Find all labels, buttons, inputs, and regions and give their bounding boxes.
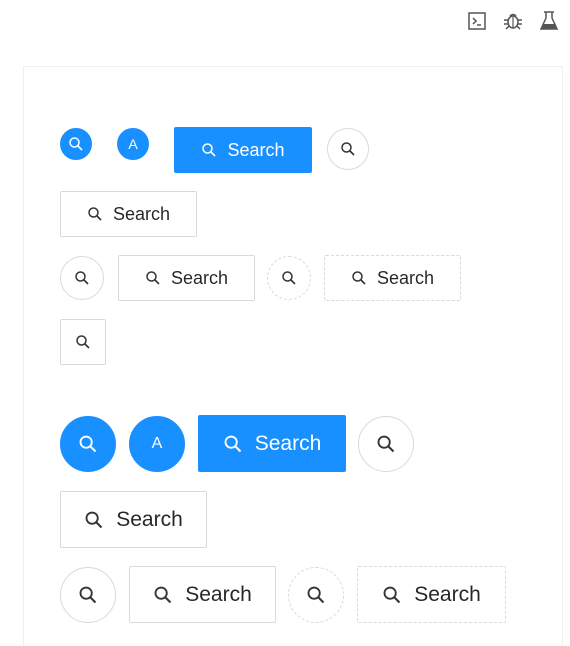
default-circle-search-button[interactable]	[60, 256, 104, 300]
primary-circle-letter-button[interactable]: A	[117, 128, 149, 160]
search-icon	[78, 434, 98, 454]
button-label: Search	[414, 582, 481, 606]
search-icon	[201, 142, 217, 158]
search-icon	[68, 136, 84, 152]
search-icon	[74, 270, 90, 286]
toolbar	[466, 10, 560, 32]
default-search-button-large[interactable]: Search	[129, 566, 276, 623]
experiment-icon[interactable]	[538, 10, 560, 32]
default-search-button[interactable]: Search	[60, 191, 197, 237]
search-icon	[145, 270, 161, 286]
primary-circle-search-button-large[interactable]	[60, 416, 116, 472]
terminal-icon[interactable]	[466, 10, 488, 32]
search-icon	[376, 434, 396, 454]
primary-circle-letter-button-large[interactable]: A	[129, 416, 185, 472]
search-icon	[382, 585, 402, 605]
search-icon	[153, 585, 173, 605]
search-icon	[87, 206, 103, 222]
dashed-search-button[interactable]: Search	[324, 255, 461, 301]
button-label: Search	[185, 582, 252, 606]
search-icon	[351, 270, 367, 286]
primary-search-button[interactable]: Search	[174, 127, 312, 173]
dashed-circle-search-button-large[interactable]	[288, 567, 344, 623]
search-icon	[281, 270, 297, 286]
primary-circle-search-button[interactable]	[60, 128, 92, 160]
button-label: Search	[254, 431, 322, 455]
bug-icon[interactable]	[502, 10, 524, 32]
primary-search-button-large[interactable]: Search	[198, 415, 346, 472]
default-circle-search-button-large[interactable]	[358, 416, 414, 472]
search-icon	[75, 334, 91, 350]
search-icon	[223, 434, 243, 454]
button-label: Search	[376, 267, 435, 288]
search-icon	[306, 585, 326, 605]
search-icon	[78, 585, 98, 605]
button-label: Search	[116, 507, 183, 531]
button-letter: A	[151, 435, 163, 452]
button-label: Search	[112, 203, 171, 224]
dashed-search-button-large[interactable]: Search	[357, 566, 506, 623]
search-icon	[84, 510, 104, 530]
default-square-search-button[interactable]	[60, 319, 106, 365]
button-label: Search	[227, 139, 285, 160]
default-search-button[interactable]: Search	[118, 255, 255, 301]
button-letter: A	[128, 136, 138, 152]
default-search-button-large[interactable]: Search	[60, 491, 207, 548]
search-icon	[340, 141, 356, 157]
button-demo-card: A Search Search Search Search A Search S…	[23, 66, 563, 646]
default-circle-search-button-large[interactable]	[60, 567, 116, 623]
dashed-circle-search-button[interactable]	[267, 256, 311, 300]
button-label: Search	[170, 267, 229, 288]
default-circle-search-button[interactable]	[327, 128, 369, 170]
